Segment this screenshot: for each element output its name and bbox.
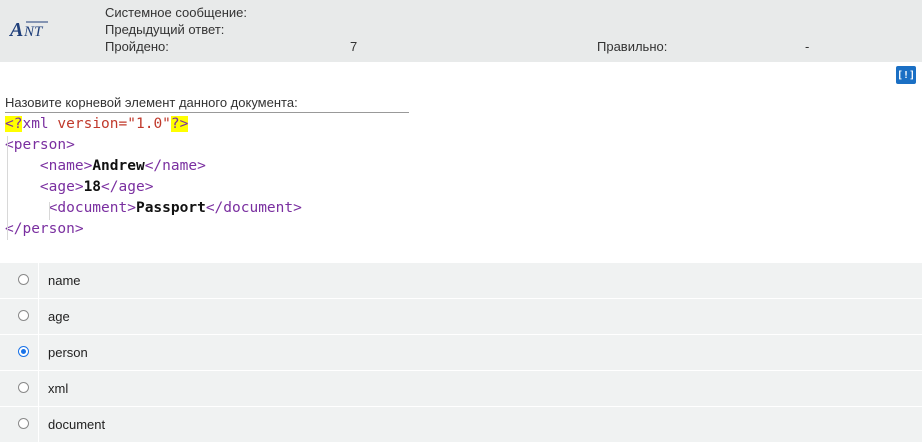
name-close-tag: </name>	[144, 158, 206, 174]
option-label-name: name	[48, 273, 81, 288]
option-separator	[38, 299, 39, 334]
radio-document[interactable]	[18, 418, 29, 429]
code-line-declaration: <?xml version="1.0"?>	[5, 114, 425, 135]
header-bar: A NT Системное сообщение: Предыдущий отв…	[0, 0, 922, 62]
code-line-age: <age>18</age>	[5, 177, 425, 198]
correct-value: -	[805, 39, 810, 54]
age-open-tag: <age>	[39, 179, 84, 195]
option-label-person: person	[48, 345, 88, 360]
question-underline	[5, 112, 409, 113]
document-close-tag: </document>	[205, 200, 302, 216]
previous-answer-label: Предыдущий ответ:	[105, 22, 225, 37]
radio-person[interactable]	[18, 346, 29, 357]
option-separator	[38, 371, 39, 406]
code-line-name: <name>Andrew</name>	[5, 156, 425, 177]
option-age[interactable]: age	[0, 299, 922, 335]
passed-label: Пройдено:	[105, 39, 169, 54]
code-line-person-open: <person>	[5, 135, 425, 156]
option-name[interactable]: name	[0, 263, 922, 299]
decl-value: "1.0"	[127, 116, 171, 132]
code-line-person-close: </person>	[5, 219, 425, 240]
document-open-tag: <document>	[48, 200, 136, 216]
answer-options: name age person xml document	[0, 263, 922, 443]
question-text: Назовите корневой элемент данного докуме…	[5, 95, 298, 110]
option-person[interactable]: person	[0, 335, 922, 371]
option-label-age: age	[48, 309, 70, 324]
option-document[interactable]: document	[0, 407, 922, 443]
name-text: Andrew	[92, 158, 145, 174]
indent-guide-inner	[49, 202, 50, 220]
xml-code-block: <?xml version="1.0"?> <person> <name>And…	[5, 114, 425, 240]
option-xml[interactable]: xml	[0, 371, 922, 407]
radio-name[interactable]	[18, 274, 29, 285]
name-open-tag: <name>	[39, 158, 93, 174]
decl-close: ?>	[170, 116, 189, 132]
decl-attr: version=	[48, 116, 128, 132]
radio-xml[interactable]	[18, 382, 29, 393]
svg-text:NT: NT	[23, 24, 44, 40]
ant-logo: A NT	[8, 14, 68, 44]
age-text: 18	[83, 179, 102, 195]
correct-label: Правильно:	[597, 39, 668, 54]
person-close-tag: </person>	[5, 221, 84, 237]
person-open-tag: <person>	[5, 137, 75, 153]
svg-text:A: A	[8, 19, 23, 41]
passed-value: 7	[350, 39, 358, 54]
option-label-xml: xml	[48, 381, 69, 396]
radio-age[interactable]	[18, 310, 29, 321]
option-label-document: document	[48, 417, 106, 432]
option-separator	[38, 335, 39, 370]
decl-open: <?	[5, 116, 23, 132]
help-button[interactable]: [!]	[896, 66, 916, 84]
decl-name: xml	[22, 116, 49, 132]
document-text: Passport	[135, 200, 206, 216]
system-message-label: Системное сообщение:	[105, 5, 247, 20]
option-separator	[38, 263, 39, 298]
code-line-document: <document>Passport</document>	[5, 198, 425, 219]
indent-guide-outer	[7, 136, 8, 240]
age-close-tag: </age>	[101, 179, 154, 195]
